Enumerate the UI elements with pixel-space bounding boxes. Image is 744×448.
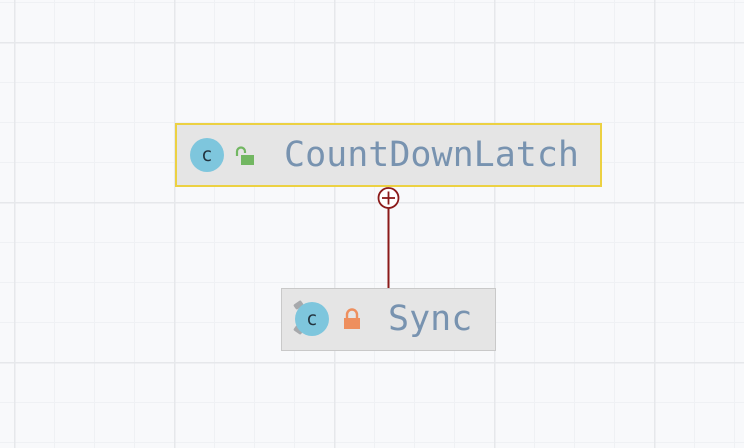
- edge-layer: [377, 187, 400, 288]
- class-name-label: Sync: [388, 299, 473, 339]
- class-node-countdownlatch[interactable]: c CountDownLatch: [175, 123, 602, 187]
- class-name-label: CountDownLatch: [284, 135, 580, 175]
- class-node-sync[interactable]: c Sync: [281, 288, 496, 351]
- unlocked-padlock-icon: [235, 146, 254, 165]
- class-c-icon: c: [190, 138, 224, 172]
- class-c-icon: c: [295, 302, 329, 336]
- circle-plus-icon: [377, 187, 400, 209]
- locked-padlock-icon: [344, 308, 360, 329]
